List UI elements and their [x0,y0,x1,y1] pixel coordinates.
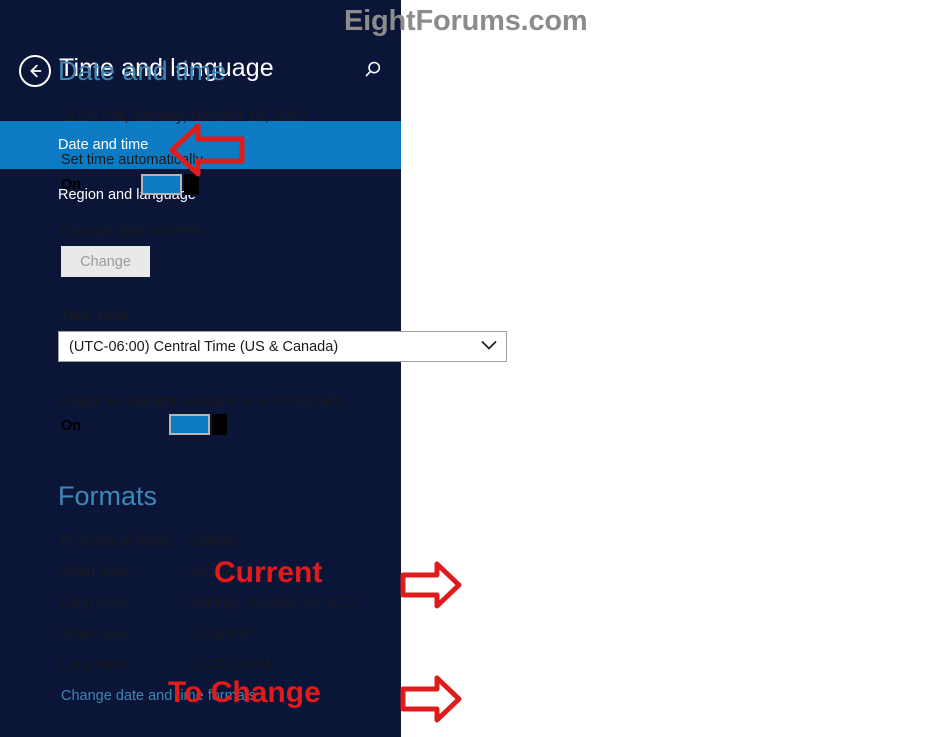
format-value: Sunday, October 13, 2013 [189,595,358,611]
back-button[interactable] [19,55,51,87]
daylight-saving-label: Adjust for daylight saving time automati… [61,393,343,409]
change-button[interactable]: Change [61,246,150,277]
format-label: Short date: [61,564,132,580]
annotation-arrow-right-to-change [399,672,463,731]
annotation-to-change-label: To Change [168,676,321,709]
annotation-arrow-right-current [399,558,463,617]
format-label: First day of week: [61,533,175,549]
annotation-arrow-left [168,118,248,187]
watermark: EightForums.com [344,5,588,37]
format-label: Long time: [61,657,129,673]
toggle-thumb [212,414,227,435]
chevron-down-icon [481,338,497,356]
daylight-saving-toggle[interactable] [169,414,227,435]
annotation-current-label: Current [214,556,323,589]
toggle-track [169,414,210,435]
time-zone-label: Time zone [61,308,129,324]
table-row: Short time: 11:26 PM [0,626,520,656]
format-label: Short time: [61,626,132,642]
set-time-automatically-state: On [61,177,82,193]
format-value: Sunday [189,533,239,549]
time-zone-dropdown[interactable]: (UTC-06:00) Central Time (US & Canada) [58,331,507,362]
format-value: 11:26:37 PM [189,657,271,673]
change-date-and-time-label: Change date and time [61,223,204,239]
settings-window: Time and language Date and time Region a… [0,0,943,737]
sidebar-item-label: Date and time [58,137,149,153]
format-value: 11:26 PM [189,626,250,642]
search-icon [358,61,386,89]
search-button[interactable] [358,57,386,85]
time-zone-selected-value: (UTC-06:00) Central Time (US & Canada) [69,338,339,355]
format-label: Long date: [61,595,130,611]
daylight-saving-state: On [61,418,82,434]
formats-heading: Formats [58,481,158,511]
date-and-time-heading: Date and time [58,56,227,86]
